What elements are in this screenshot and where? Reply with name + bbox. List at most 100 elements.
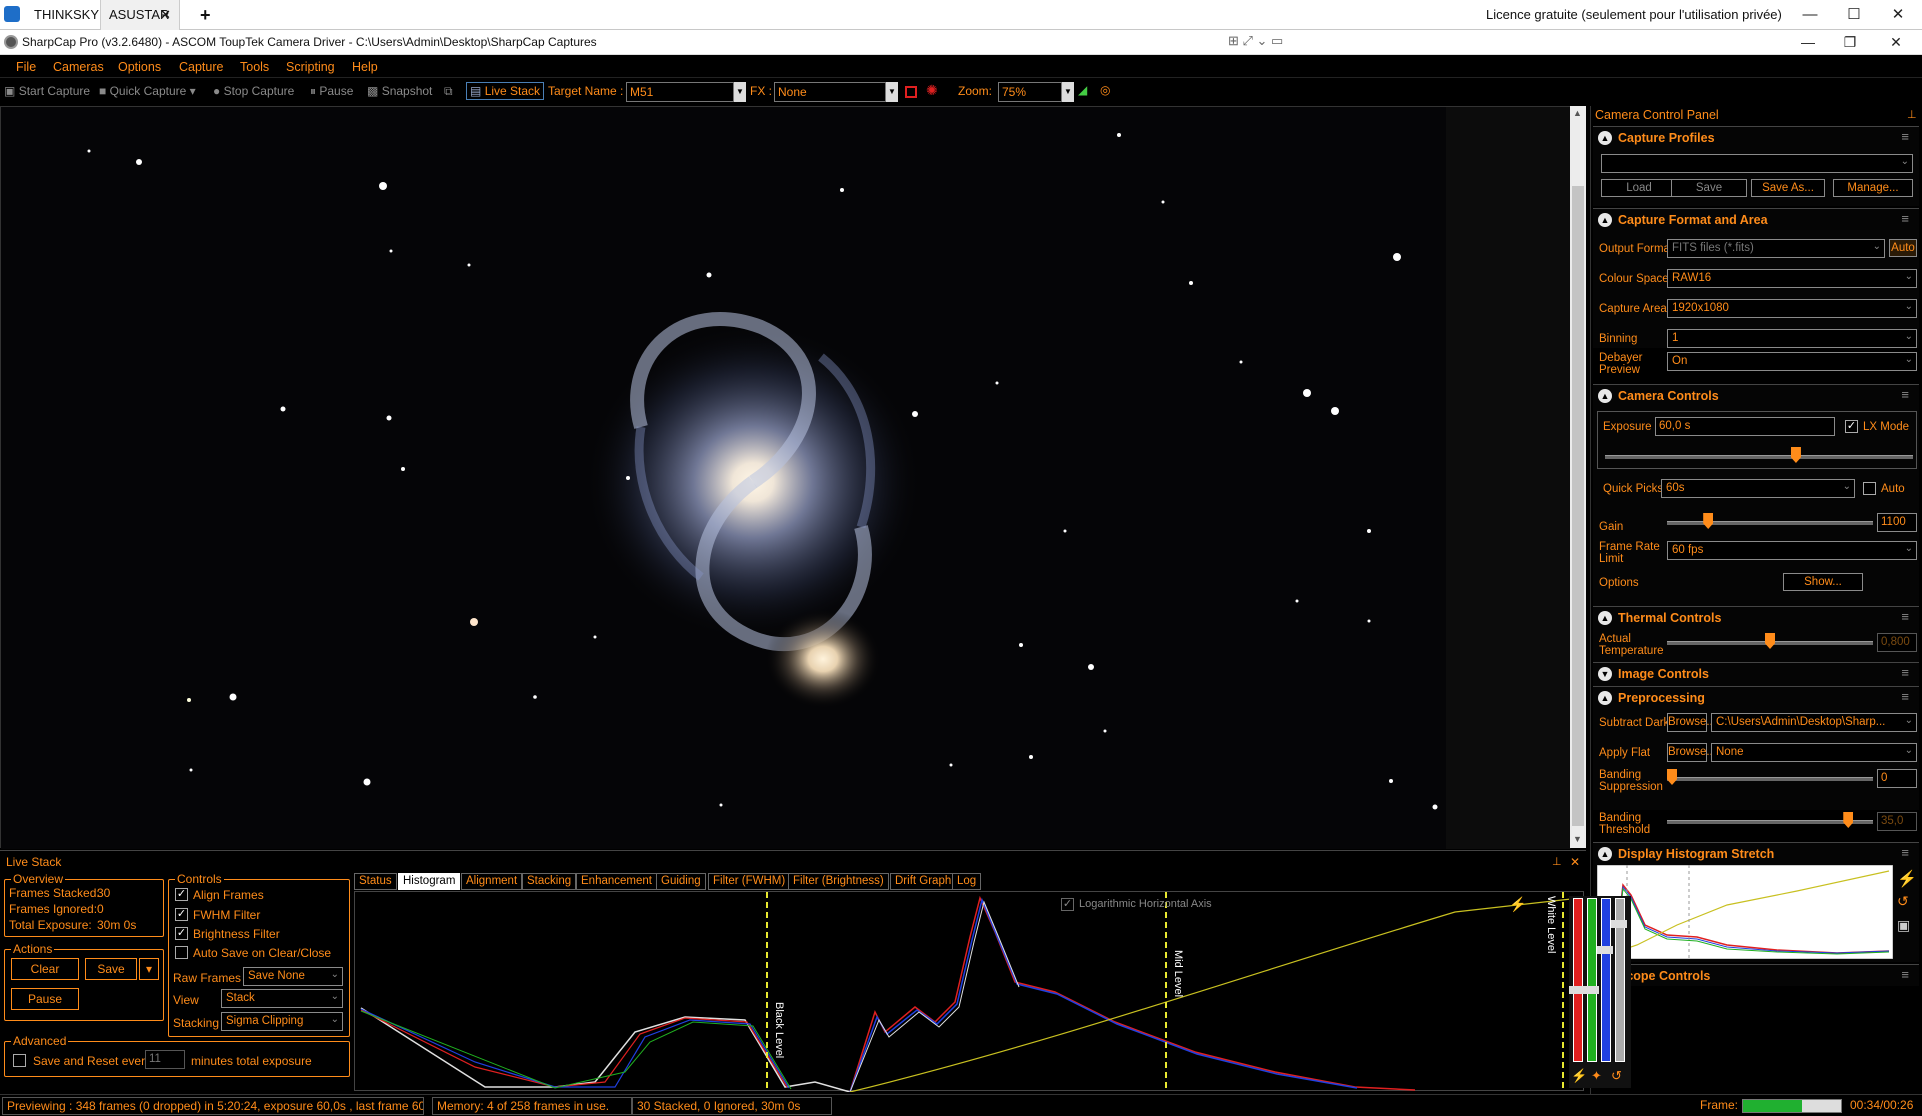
zoom-dropdown-icon[interactable]: ▼ [1062,82,1074,102]
image-viewport[interactable] [0,106,1571,849]
profile-select[interactable]: ⌄ [1601,154,1913,173]
banding-threshold-input[interactable]: 35,0 [1877,812,1917,831]
hamburger-icon[interactable]: ≡ [1901,666,1909,679]
quick-capture-button[interactable]: ■ Quick Capture ▾ [99,84,196,98]
capture-profiles-header[interactable]: ▲ Capture Profiles ≡ [1593,127,1919,149]
l-level-handle[interactable] [1611,920,1627,928]
close-icon[interactable]: ✕ [1876,0,1920,30]
menu-capture[interactable]: Capture [179,60,223,74]
save-as-profile-button[interactable]: Save As... [1751,179,1825,197]
tab-log[interactable]: Log [952,873,982,890]
debayer-select[interactable]: On ⌄ [1667,352,1917,371]
tab-status[interactable]: Status [354,873,397,890]
banding-suppression-slider[interactable] [1667,777,1873,781]
menu-cameras[interactable]: Cameras [53,60,104,74]
log-axis-checkbox[interactable]: ✓ [1061,898,1074,911]
stop-capture-button[interactable]: ● Stop Capture [213,84,294,98]
snapshot-button[interactable]: ▩ Snapshot [367,84,432,98]
selection-area-icon[interactable] [905,86,917,98]
auto-stretch-icon[interactable]: ⚡ [1897,869,1917,889]
pause-button[interactable]: ⏸ Pause [310,84,353,99]
menu-tools[interactable]: Tools [240,60,269,74]
tab-drift-graph[interactable]: Drift Graph [890,873,957,890]
tab-thinksky[interactable]: THINKSKY [26,0,107,30]
hamburger-icon[interactable]: ≡ [1901,610,1909,623]
hamburger-icon[interactable]: ≡ [1901,968,1909,981]
auto-stretch-icon[interactable]: ⚡ [1509,896,1526,913]
output-format-select[interactable]: FITS files (*.fits) ⌄ [1667,239,1885,258]
lx-mode-checkbox[interactable]: ✓ [1845,420,1858,433]
tab-asustar[interactable]: ASUSTAR ✕ [100,0,180,30]
scroll-thumb[interactable] [1572,186,1584,826]
gain-slider[interactable] [1667,521,1873,525]
target-name-input[interactable]: M51 [626,82,734,102]
hamburger-icon[interactable]: ≡ [1901,130,1909,143]
capture-area-select[interactable]: 1920x1080 ⌄ [1667,299,1917,318]
pin-icon[interactable]: ⊥ [1907,108,1917,121]
zoom-select[interactable]: 75% [998,82,1062,102]
scroll-up-icon[interactable]: ▲ [1573,108,1582,118]
browse-dark-button[interactable]: Browse... [1667,713,1716,732]
exposure-slider[interactable] [1605,455,1913,459]
hamburger-icon[interactable]: ≡ [1901,212,1909,225]
histogram-icon[interactable]: ◢ [1078,83,1087,97]
live-stack-histogram[interactable]: Black Level Mid Level White Level ✓ Loga… [354,891,1631,1092]
thermal-controls-header[interactable]: ▲ Thermal Controls ≡ [1593,607,1919,629]
app-restore-icon[interactable]: ❐ [1828,30,1872,55]
minimize-icon[interactable]: — [1788,0,1832,30]
flat-frame-select[interactable]: None ⌄ [1711,743,1917,762]
image-vertical-scrollbar[interactable]: ▲ ▼ [1570,106,1586,848]
frame-rate-select[interactable]: 60 fps ⌄ [1667,541,1917,560]
quick-picks-select[interactable]: 60s ⌄ [1661,479,1855,498]
show-options-button[interactable]: Show... [1783,573,1863,591]
tab-filter-fwhm[interactable]: Filter (FWHM) [708,873,791,890]
raw-frames-select[interactable]: Save None ⌄ [243,967,343,986]
pin-icon[interactable]: ⊥ [1552,855,1562,868]
hamburger-icon[interactable]: ≡ [1901,388,1909,401]
binning-select[interactable]: 1 ⌄ [1667,329,1917,348]
scope-controls-header[interactable]: ▼Scope Controls≡ [1593,965,1919,987]
colour-space-select[interactable]: RAW16 ⌄ [1667,269,1917,288]
menu-help[interactable]: Help [352,60,378,74]
reset-level-icon[interactable]: ↺ [1611,1068,1622,1084]
save-profile-button[interactable]: Save [1671,179,1747,197]
b-level-handle[interactable] [1597,946,1613,954]
remote-controls-icon[interactable]: ⊞ ⤢ ⌄ ▭ [1228,33,1298,51]
camera-controls-header[interactable]: ▲ Camera Controls ≡ [1593,385,1919,407]
app-close-icon[interactable]: ✕ [1874,30,1918,55]
quick-picks-auto-checkbox[interactable] [1863,482,1876,495]
banding-threshold-thumb[interactable] [1843,812,1854,828]
save-options-dropdown-icon[interactable]: ▾ [139,958,159,980]
brightness-filter-checkbox[interactable]: ✓ [175,927,188,940]
reset-stretch-icon[interactable]: ↺ [1897,893,1909,910]
minutes-input[interactable]: 11 [145,1050,185,1069]
display-icon[interactable]: ⧉ [444,84,453,99]
add-tab-button[interactable]: + [192,0,219,30]
tab-stacking[interactable]: Stacking [522,873,577,890]
menu-options[interactable]: Options [118,60,161,74]
red-level-slider[interactable] [1573,898,1583,1062]
align-frames-checkbox[interactable]: ✓ [175,888,188,901]
reticule-icon[interactable]: ✺ [926,82,938,99]
banding-suppression-thumb[interactable] [1667,769,1677,785]
fwhm-filter-checkbox[interactable]: ✓ [175,908,188,921]
autosave-checkbox[interactable] [175,946,188,959]
star-icon[interactable]: ✦ [1591,1068,1602,1084]
exposure-input[interactable]: 60,0 s [1655,417,1835,436]
blue-level-slider[interactable] [1601,898,1611,1062]
tab-close-icon[interactable]: ✕ [160,0,171,30]
maximize-icon[interactable]: ☐ [1832,0,1876,30]
auto-level-icon[interactable]: ⚡ [1571,1068,1587,1084]
clear-button[interactable]: Clear [11,958,79,980]
scroll-down-icon[interactable]: ▼ [1573,834,1582,844]
gain-slider-thumb[interactable] [1703,513,1714,529]
menu-scripting[interactable]: Scripting [286,60,335,74]
load-profile-button[interactable]: Load [1601,179,1677,197]
banding-threshold-slider[interactable] [1667,820,1873,824]
stacking-select[interactable]: Sigma Clipping ⌄ [221,1012,343,1031]
close-panel-icon[interactable]: ✕ [1570,855,1580,869]
dark-frame-select[interactable]: C:\Users\Admin\Desktop\Sharp... ⌄ [1711,713,1917,732]
image-controls-header[interactable]: ▼ Image Controls ≡ [1593,663,1919,685]
live-stack-button[interactable]: ▤ Live Stack [466,82,545,100]
hamburger-icon[interactable]: ≡ [1901,690,1909,703]
